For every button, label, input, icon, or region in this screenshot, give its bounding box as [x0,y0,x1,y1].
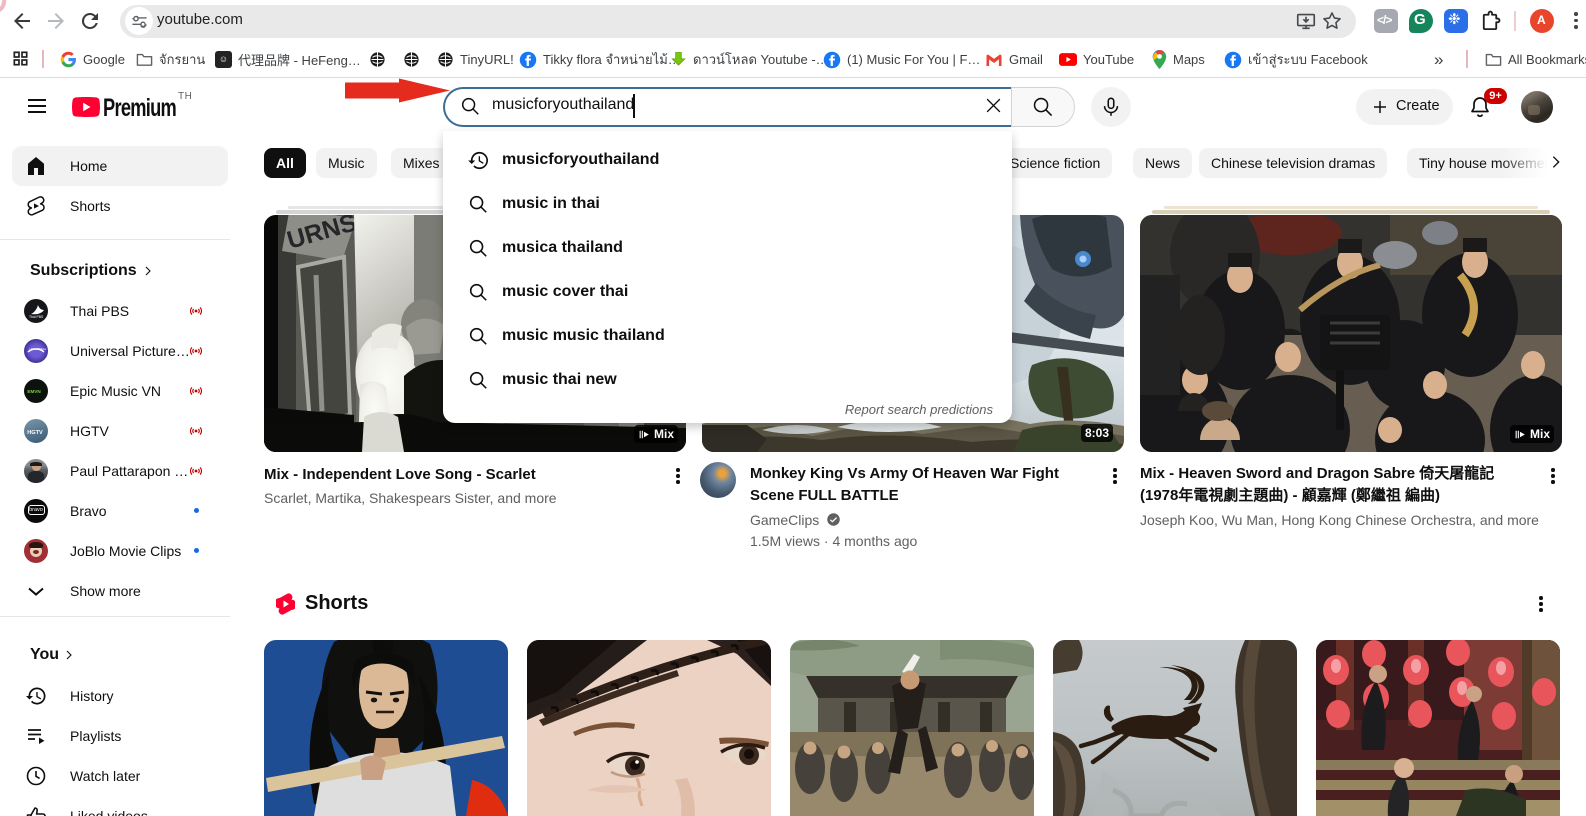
svg-text:UNIVERSAL: UNIVERSAL [30,347,47,351]
svg-text:HGTV: HGTV [27,430,43,436]
svg-text:EMVN: EMVN [27,389,41,394]
svg-text:Thai PBS: Thai PBS [29,315,44,319]
